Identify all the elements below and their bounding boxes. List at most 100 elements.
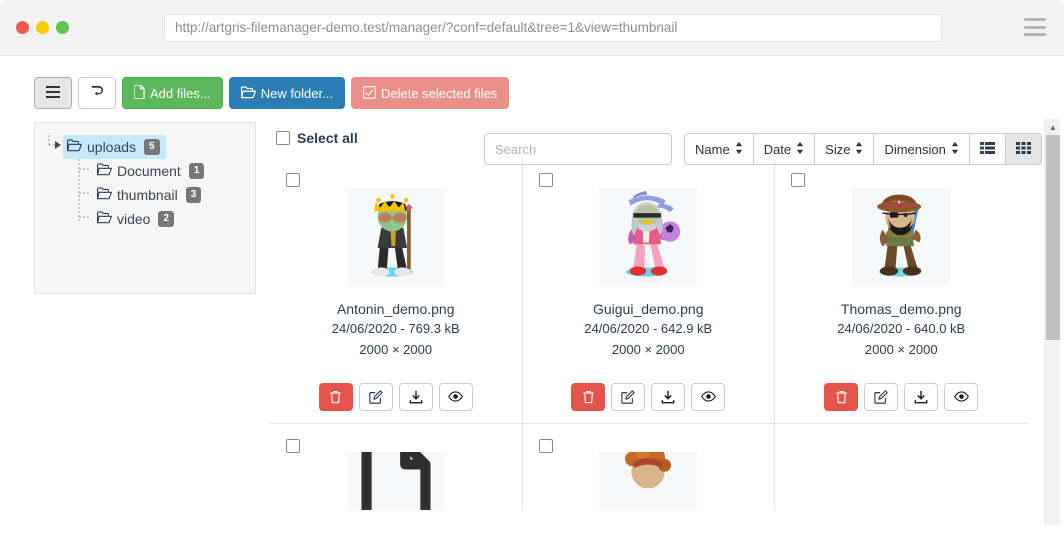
edit-icon xyxy=(621,390,635,404)
file-card[interactable] xyxy=(523,423,775,510)
folder-count-badge: 1 xyxy=(188,163,205,179)
list-lines-icon xyxy=(46,86,60,100)
file-name: Guigui_demo.png xyxy=(592,301,704,317)
main-toolbar: Add files... New folder... Delete select… xyxy=(34,77,510,109)
scroll-up-arrow-icon[interactable]: ▲ xyxy=(1045,119,1061,135)
download-button[interactable] xyxy=(904,382,939,411)
toggle-tree-button[interactable] xyxy=(34,77,72,109)
file-generic-icon xyxy=(361,451,431,510)
delete-button[interactable] xyxy=(824,382,859,411)
file-select-checkbox[interactable] xyxy=(286,173,300,187)
minimize-window-button[interactable] xyxy=(36,21,49,34)
rename-button[interactable] xyxy=(358,382,393,411)
download-button[interactable] xyxy=(651,382,686,411)
folder-tree-panel: uploads 5 Document 1 thumbnail 3 video 2 xyxy=(34,122,256,294)
sidebar-item-label: thumbnail xyxy=(117,187,178,203)
delete-button[interactable] xyxy=(318,382,353,411)
close-window-button[interactable] xyxy=(16,21,29,34)
checked-square-icon xyxy=(363,85,376,101)
select-all-label: Select all xyxy=(297,130,358,146)
add-files-label: Add files... xyxy=(150,85,211,101)
delete-selected-files-label: Delete selected files xyxy=(380,85,498,101)
file-card[interactable]: Antonin_demo.png 24/06/2020 - 769.3 kB 2… xyxy=(270,158,523,424)
file-dimension: 2000 × 2000 xyxy=(359,342,433,358)
file-thumbnail xyxy=(599,188,698,286)
download-icon xyxy=(914,390,928,404)
file-grid-panel: Select all Antonin_demo.png 24/06/2020 -… xyxy=(270,112,1028,533)
file-meta: 24/06/2020 - 642.9 kB xyxy=(584,321,713,337)
file-select-checkbox[interactable] xyxy=(538,438,553,453)
maximize-window-button[interactable] xyxy=(56,21,69,34)
file-thumbnail xyxy=(599,451,698,510)
file-dimension: 2000 × 2000 xyxy=(611,342,685,358)
file-actions xyxy=(318,382,473,411)
sidebar-item-label: video xyxy=(117,211,151,227)
avatar-cap-image xyxy=(626,191,681,277)
sidebar-item-document[interactable]: Document 1 xyxy=(93,159,255,183)
edit-icon xyxy=(369,390,383,404)
window-controls xyxy=(16,21,69,34)
rename-button[interactable] xyxy=(611,382,646,411)
file-manager-app: Add files... New folder... Delete select… xyxy=(0,56,1064,533)
window-bottom-edge xyxy=(0,525,1064,533)
file-thumbnail xyxy=(346,188,445,286)
select-all-checkbox[interactable] xyxy=(276,131,290,145)
preview-button[interactable] xyxy=(691,382,726,411)
select-all-row: Select all xyxy=(276,130,358,146)
file-actions xyxy=(571,382,726,411)
file-card[interactable]: Guigui_demo.png 24/06/2020 - 642.9 kB 20… xyxy=(522,158,775,424)
eye-icon xyxy=(953,391,969,403)
file-card[interactable] xyxy=(270,423,523,510)
rename-button[interactable] xyxy=(864,382,899,411)
folder-count-badge: 2 xyxy=(158,211,175,227)
file-card[interactable]: Thomas_demo.png 24/06/2020 - 640.0 kB 20… xyxy=(775,158,1028,424)
file-select-checkbox[interactable] xyxy=(791,173,805,187)
browser-titlebar: http://artgris-filemanager-demo.test/man… xyxy=(0,0,1064,56)
vertical-scrollbar[interactable]: ▲ ▼ xyxy=(1044,119,1060,533)
sidebar-item-label: Document xyxy=(117,163,181,179)
trash-icon xyxy=(330,390,341,404)
address-bar[interactable]: http://artgris-filemanager-demo.test/man… xyxy=(164,14,942,42)
sidebar-item-uploads[interactable]: uploads 5 xyxy=(63,135,166,159)
download-icon xyxy=(409,390,423,404)
address-bar-text: http://artgris-filemanager-demo.test/man… xyxy=(175,21,678,35)
folder-tree: uploads 5 Document 1 thumbnail 3 video 2 xyxy=(35,123,255,231)
file-actions xyxy=(824,382,979,411)
file-name: Thomas_demo.png xyxy=(840,301,962,317)
file-select-checkbox[interactable] xyxy=(538,173,553,187)
delete-button[interactable] xyxy=(571,382,606,411)
sidebar-item-thumbnail[interactable]: thumbnail 3 xyxy=(93,183,255,207)
avatar-curly-image xyxy=(625,451,672,489)
folder-open-icon xyxy=(97,211,112,227)
folder-open-icon xyxy=(240,85,256,101)
file-icon xyxy=(133,84,145,101)
download-icon xyxy=(661,390,675,404)
file-thumbnail xyxy=(852,188,951,286)
file-meta: 24/06/2020 - 640.0 kB xyxy=(837,321,966,337)
edit-icon xyxy=(874,390,888,404)
file-meta: 24/06/2020 - 769.3 kB xyxy=(331,321,460,337)
eye-icon xyxy=(448,391,464,403)
file-select-checkbox[interactable] xyxy=(286,438,300,453)
browser-window: http://artgris-filemanager-demo.test/man… xyxy=(0,0,1064,533)
avatar-pirate-image xyxy=(877,194,922,277)
sidebar-item-video[interactable]: video 2 xyxy=(93,207,255,231)
scrollbar-thumb[interactable] xyxy=(1046,135,1060,340)
add-files-button[interactable]: Add files... xyxy=(122,77,223,109)
folder-count-badge: 5 xyxy=(144,139,160,155)
trash-icon xyxy=(836,390,847,404)
delete-selected-files-button[interactable]: Delete selected files xyxy=(350,77,510,109)
new-folder-button[interactable]: New folder... xyxy=(228,77,345,109)
avatar-king-image xyxy=(371,194,413,277)
new-folder-label: New folder... xyxy=(260,85,333,101)
preview-button[interactable] xyxy=(438,382,473,411)
preview-button[interactable] xyxy=(944,382,979,411)
folder-open-icon xyxy=(97,163,112,179)
trash-icon xyxy=(583,390,594,404)
refresh-button[interactable] xyxy=(78,77,116,109)
download-button[interactable] xyxy=(398,382,433,411)
folder-open-icon xyxy=(67,139,82,155)
eye-icon xyxy=(700,391,716,403)
hamburger-menu-icon[interactable] xyxy=(1024,18,1046,36)
file-grid: Antonin_demo.png 24/06/2020 - 769.3 kB 2… xyxy=(270,158,1028,510)
